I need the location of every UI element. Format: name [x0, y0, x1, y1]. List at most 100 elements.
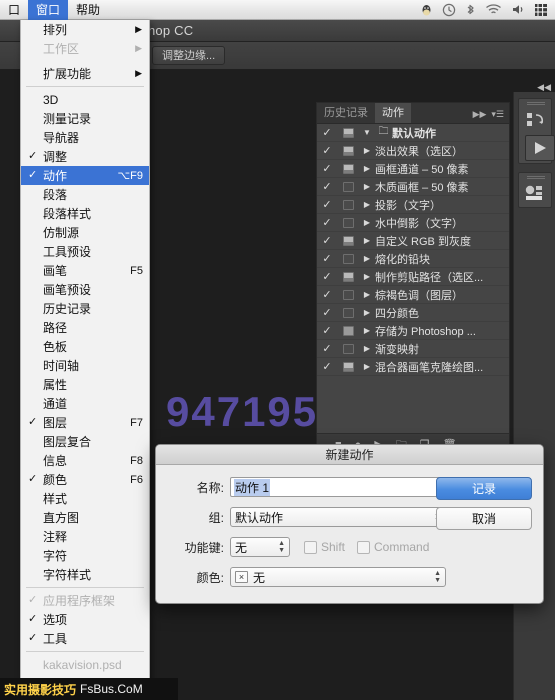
action-row[interactable]: ✓▶自定义 RGB 到灰度 [317, 232, 509, 250]
layers-icon[interactable] [519, 184, 553, 207]
action-row[interactable]: ✓▼🗀默认动作 [317, 124, 509, 142]
cancel-button[interactable]: 取消 [436, 507, 532, 530]
action-row[interactable]: ✓▶渐变映射 [317, 340, 509, 358]
action-row[interactable]: ✓▶四分颜色 [317, 304, 509, 322]
volume-icon[interactable] [511, 3, 525, 16]
action-dialog-toggle-icon[interactable] [337, 290, 359, 300]
menu-item[interactable]: 测量记录 [21, 109, 149, 128]
collapse-panels-icon[interactable]: ◀◀ [537, 82, 551, 93]
menu-item[interactable]: ✓选项 [21, 610, 149, 629]
action-dialog-toggle-icon[interactable] [337, 182, 359, 192]
chevron-right-icon[interactable]: ▶ [359, 182, 375, 191]
menu-item[interactable]: 图层复合 [21, 432, 149, 451]
chevron-right-icon[interactable]: ▶ [359, 272, 375, 281]
command-checkbox-box[interactable] [357, 541, 370, 554]
bluetooth-icon[interactable] [465, 3, 476, 17]
chevron-right-icon[interactable]: ▶ [359, 362, 375, 371]
action-enabled-checkbox[interactable]: ✓ [317, 234, 337, 247]
action-dialog-toggle-icon[interactable] [337, 218, 359, 228]
action-dialog-toggle-icon[interactable] [337, 128, 359, 138]
menu-item[interactable]: 工具预设 [21, 242, 149, 261]
menu-item[interactable]: 导航器 [21, 128, 149, 147]
menu-item[interactable]: 画笔预设 [21, 280, 149, 299]
action-row[interactable]: ✓▶木质画框 – 50 像素 [317, 178, 509, 196]
shift-checkbox-box[interactable] [304, 541, 317, 554]
action-row[interactable]: ✓▶存储为 Photoshop ... [317, 322, 509, 340]
menu-item[interactable]: 直方图 [21, 508, 149, 527]
menu-item[interactable]: 排列▶ [21, 20, 149, 39]
action-row[interactable]: ✓▶画框通道 – 50 像素 [317, 160, 509, 178]
menu-item[interactable]: 扩展功能▶ [21, 64, 149, 83]
tab-actions[interactable]: 动作 [375, 103, 411, 123]
action-name-input[interactable]: 动作 1 [230, 477, 446, 497]
chevron-right-icon[interactable]: ▶ [359, 218, 375, 227]
clock-icon[interactable] [442, 3, 456, 17]
menu-item[interactable]: ✓图层F7 [21, 413, 149, 432]
menu-item[interactable]: 时间轴 [21, 356, 149, 375]
stepper-icon-2[interactable]: ▲▼ [278, 540, 285, 554]
tab-history[interactable]: 历史记录 [317, 103, 375, 123]
window-menu-dropdown[interactable]: 排列▶工作区▶扩展功能▶3D测量记录导航器✓调整✓动作⌥F9段落段落样式仿制源工… [20, 20, 150, 684]
history-icon[interactable] [519, 111, 553, 136]
action-enabled-checkbox[interactable]: ✓ [317, 288, 337, 301]
action-dialog-toggle-icon[interactable] [337, 146, 359, 156]
function-key-select[interactable]: 无 ▲▼ [230, 537, 290, 557]
menu-item[interactable]: ✓工具 [21, 629, 149, 648]
action-dialog-toggle-icon[interactable] [337, 308, 359, 318]
menu-item[interactable]: 段落 [21, 185, 149, 204]
action-enabled-checkbox[interactable]: ✓ [317, 270, 337, 283]
menu-item[interactable]: 通道 [21, 394, 149, 413]
action-dialog-toggle-icon[interactable] [337, 344, 359, 354]
menu-item[interactable]: 3D [21, 90, 149, 109]
wifi-icon[interactable] [485, 3, 502, 16]
dock-cell-history[interactable] [518, 98, 552, 164]
action-enabled-checkbox[interactable]: ✓ [317, 324, 337, 337]
action-set-select[interactable]: 默认动作 ▲▼ [230, 507, 446, 527]
action-enabled-checkbox[interactable]: ✓ [317, 126, 337, 139]
action-enabled-checkbox[interactable]: ✓ [317, 144, 337, 157]
penguin-icon[interactable] [420, 3, 433, 16]
action-enabled-checkbox[interactable]: ✓ [317, 360, 337, 373]
menu-item[interactable]: 历史记录 [21, 299, 149, 318]
chevron-right-icon[interactable]: ▶ [359, 254, 375, 263]
menu-item[interactable]: 画笔F5 [21, 261, 149, 280]
chevron-right-icon[interactable]: ▶ [359, 146, 375, 155]
menu-item[interactable]: 路径 [21, 318, 149, 337]
menu-item[interactable]: 色板 [21, 337, 149, 356]
action-dialog-toggle-icon[interactable] [337, 254, 359, 264]
chevron-right-icon[interactable]: ▶ [359, 290, 375, 299]
action-dialog-toggle-icon[interactable] [337, 200, 359, 210]
action-row[interactable]: ✓▶投影（文字） [317, 196, 509, 214]
shift-checkbox[interactable]: Shift [304, 540, 345, 554]
chevron-right-icon[interactable]: ▶ [359, 200, 375, 209]
dock-cell-layers[interactable] [518, 172, 552, 208]
menu-item[interactable]: 属性 [21, 375, 149, 394]
record-button[interactable]: 记录 [436, 477, 532, 500]
action-row[interactable]: ✓▶水中倒影（文字） [317, 214, 509, 232]
menu-item[interactable]: ✓颜色F6 [21, 470, 149, 489]
action-row[interactable]: ✓▶制作剪贴路径（选区... [317, 268, 509, 286]
action-row[interactable]: ✓▶棕褐色调（图层） [317, 286, 509, 304]
menu-item[interactable]: 字符样式 [21, 565, 149, 584]
actions-play-icon[interactable] [525, 135, 555, 161]
menubar-item-window[interactable]: 窗口 [28, 0, 68, 20]
action-enabled-checkbox[interactable]: ✓ [317, 252, 337, 265]
command-checkbox[interactable]: Command [357, 540, 429, 554]
action-row[interactable]: ✓▶熔化的铅块 [317, 250, 509, 268]
action-enabled-checkbox[interactable]: ✓ [317, 162, 337, 175]
action-enabled-checkbox[interactable]: ✓ [317, 342, 337, 355]
action-row[interactable]: ✓▶淡出效果（选区） [317, 142, 509, 160]
chevron-right-icon[interactable]: ▶ [359, 236, 375, 245]
menu-item[interactable]: 仿制源 [21, 223, 149, 242]
stepper-icon-3[interactable]: ▲▼ [434, 570, 441, 584]
menu-item[interactable]: 段落样式 [21, 204, 149, 223]
action-enabled-checkbox[interactable]: ✓ [317, 180, 337, 193]
menu-item[interactable]: 字符 [21, 546, 149, 565]
chevron-right-icon[interactable]: ▶ [359, 164, 375, 173]
action-dialog-toggle-icon[interactable] [337, 164, 359, 174]
menu-item[interactable]: ✓调整 [21, 147, 149, 166]
action-dialog-toggle-icon[interactable] [337, 362, 359, 372]
input-method-icon[interactable] [534, 3, 548, 17]
menubar-item-0[interactable]: 口 [0, 0, 28, 20]
action-enabled-checkbox[interactable]: ✓ [317, 198, 337, 211]
